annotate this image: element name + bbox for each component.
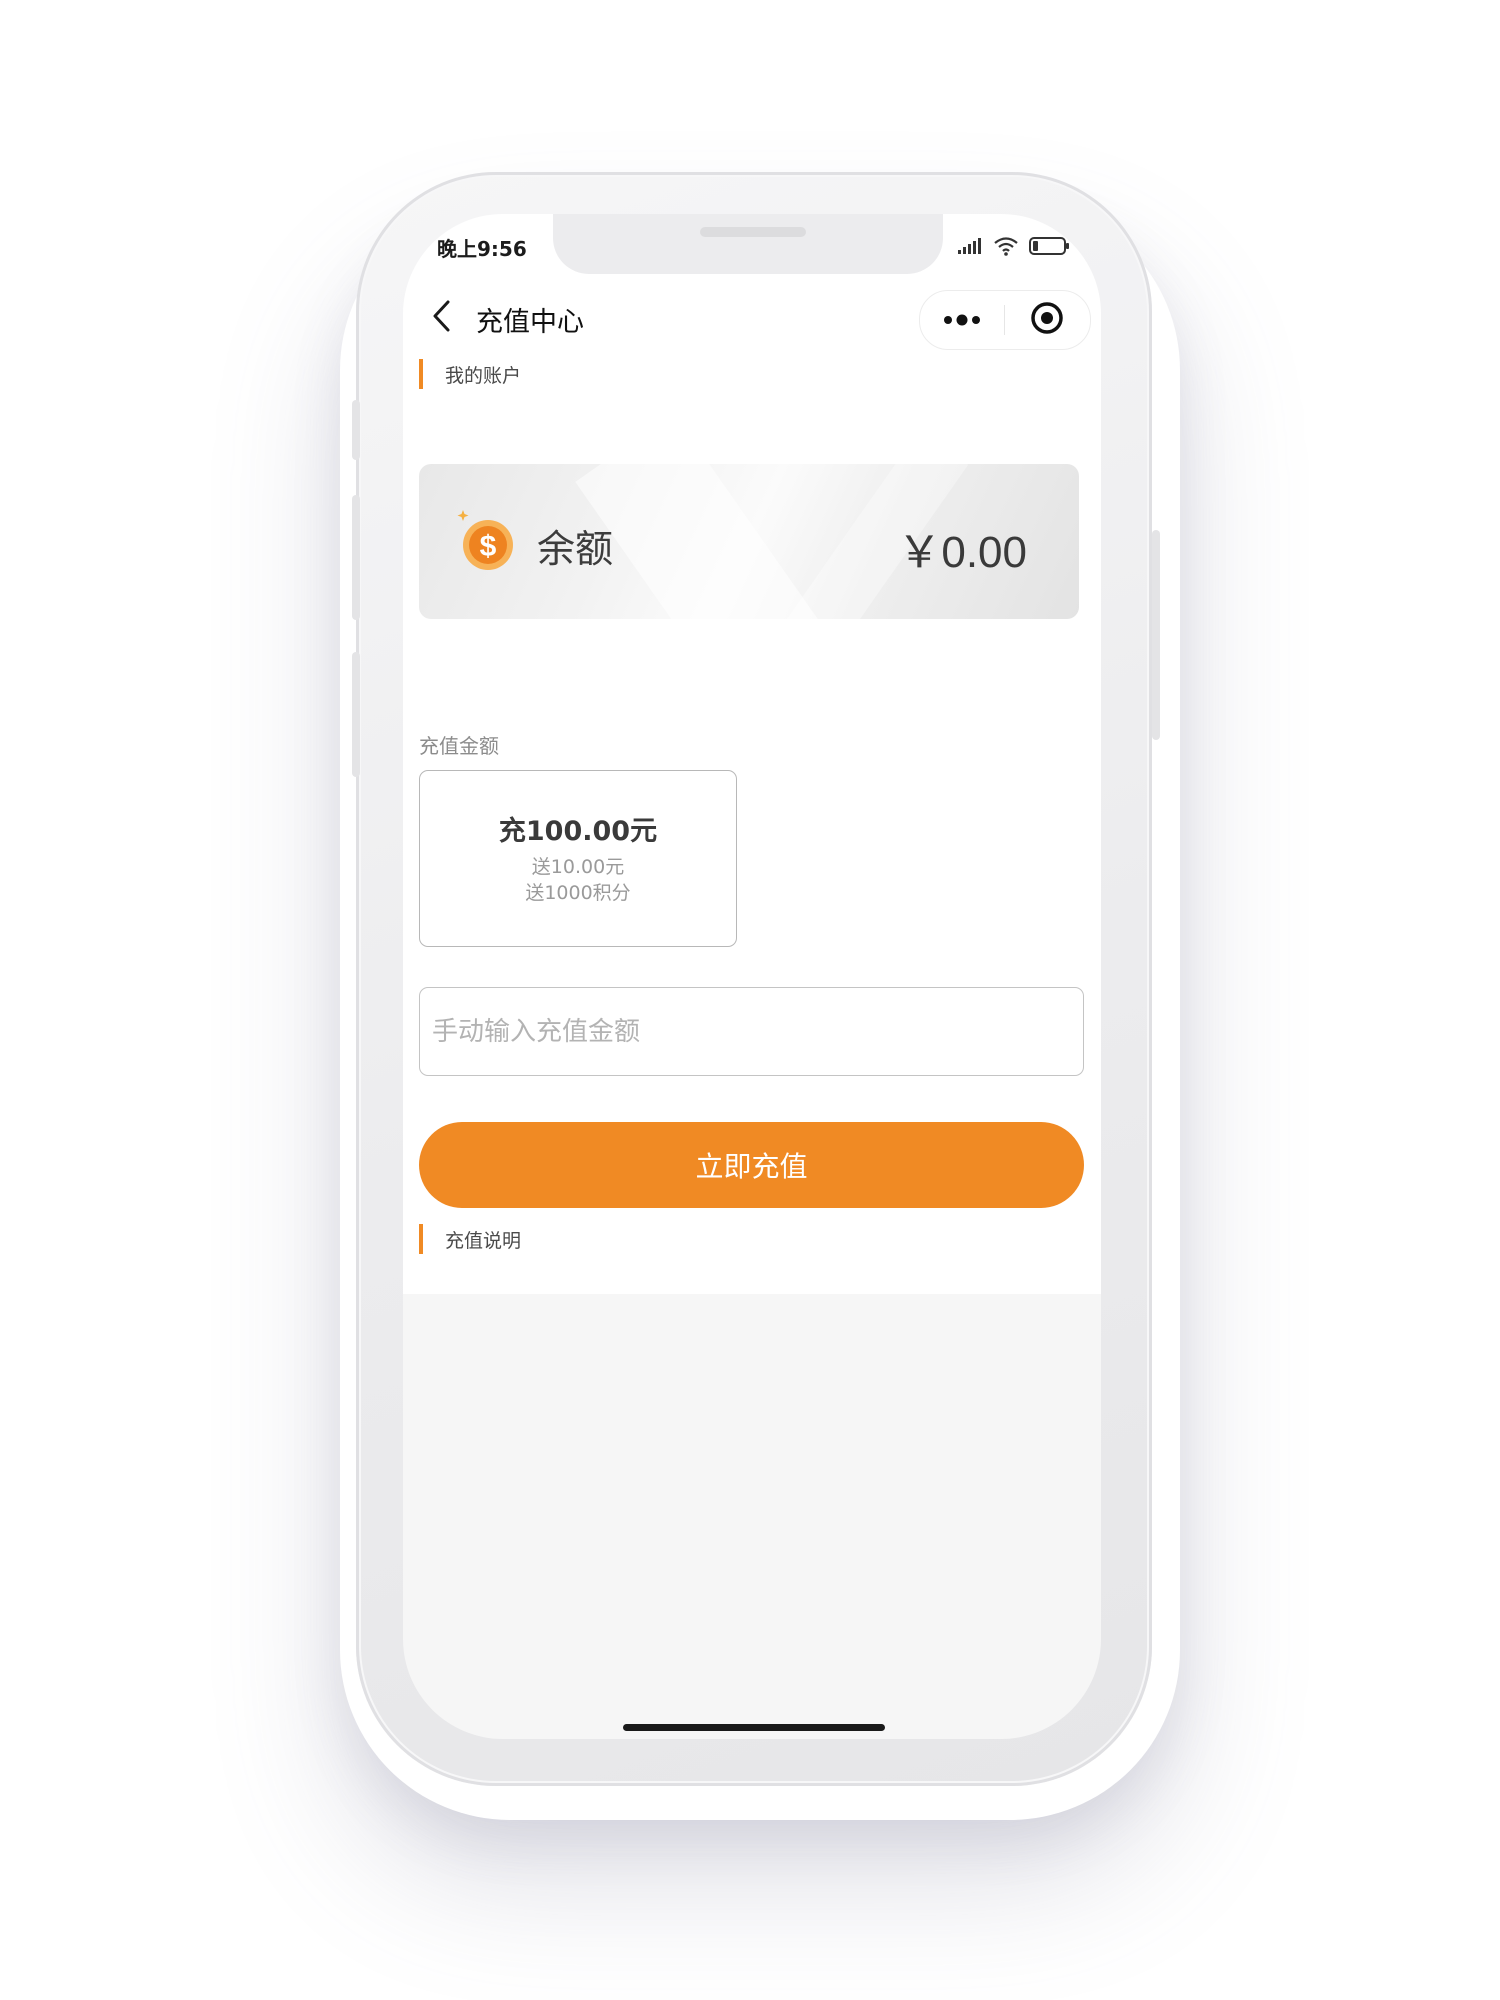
notes-section-header: 充值说明 [419,1224,521,1254]
battery-icon [1029,236,1071,260]
notes-section-label: 充值说明 [445,1229,522,1252]
balance-value: ￥0.00 [897,528,1027,577]
chevron-left-icon [430,299,452,337]
signal-icon [957,237,983,259]
target-circle-icon [1030,301,1064,339]
recharge-amount-label: 充值金额 [419,734,499,758]
recharge-option-bonus-money: 送10.00元 [531,856,625,878]
recharge-option-bonus-points: 送1000积分 [525,882,631,904]
recharge-option-amount: 充100.00元 [498,816,658,847]
recharge-option-card[interactable]: 充100.00元 送10.00元 送1000积分 [419,770,737,947]
phone-side-button-mute [352,400,360,460]
close-mini-program-button[interactable] [1005,291,1089,349]
svg-text:$: $ [480,530,497,563]
balance-label: 余额 [537,527,614,571]
section-accent-bar [419,359,423,389]
more-button[interactable] [920,291,1004,349]
balance-card: $ 余额 ￥0.00 [419,464,1079,619]
phone-screen: 晚上9:56 充值中心 我的账户 $ 余额 ￥0.00 充值金额 充100.00… [403,214,1101,1739]
custom-amount-input[interactable] [419,987,1084,1076]
section-accent-bar [419,1224,423,1254]
status-icons [957,236,1071,260]
dollar-coin-icon: $ [455,510,517,572]
more-dots-icon [942,311,982,330]
back-button[interactable] [421,298,461,338]
phone-side-button-volume-up [352,495,360,620]
home-indicator[interactable] [623,1724,885,1731]
account-section-label: 我的账户 [445,364,522,387]
account-section-header: 我的账户 [419,359,521,389]
page-title: 充值中心 [476,307,584,338]
recharge-now-button[interactable]: 立即充值 [419,1122,1084,1208]
mini-program-capsule [919,290,1091,350]
phone-speaker [700,227,806,237]
status-time: 晚上9:56 [437,237,527,261]
phone-side-button-volume-down [352,652,360,777]
phone-notch [553,214,943,274]
mockup-stage: 晚上9:56 充值中心 我的账户 $ 余额 ￥0.00 充值金额 充100.00… [0,0,1500,2000]
wifi-icon [993,236,1019,260]
phone-side-button-power [1152,530,1160,740]
